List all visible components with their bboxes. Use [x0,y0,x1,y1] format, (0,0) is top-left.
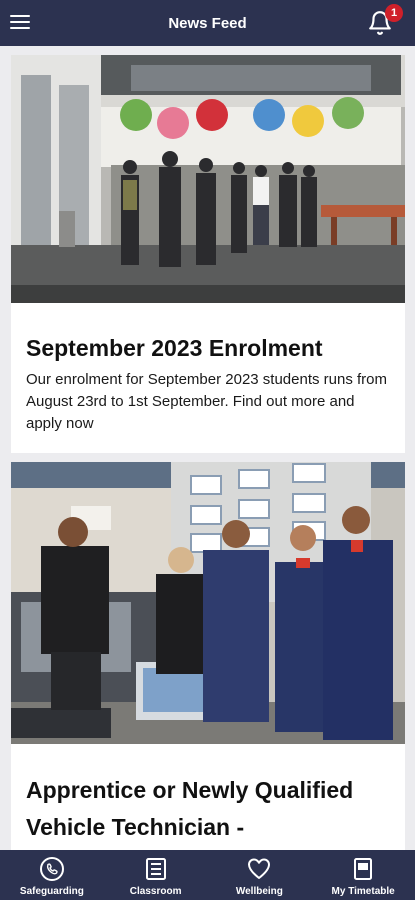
news-title: Apprentice or Newly Qualified Vehicle Te… [26,777,354,840]
tab-my-timetable[interactable]: My Timetable [311,850,415,900]
news-image [11,462,405,744]
news-body: Our enrolment for September 2023 student… [26,371,388,432]
news-image [11,55,405,303]
tab-wellbeing[interactable]: Wellbeing [208,850,312,900]
news-card[interactable]: Apprentice or Newly Qualified Vehicle Te… [11,462,405,850]
heart-icon [248,858,271,879]
top-app-bar: News Feed 1 [0,0,415,46]
notification-badge: 1 [385,4,403,22]
tab-label: Classroom [129,886,182,897]
news-title: September 2023 Enrolment [26,335,323,361]
tab-label: My Timetable [331,886,395,897]
news-card[interactable]: September 2023 Enrolment Our enrolment f… [11,55,405,453]
notifications-button[interactable]: 1 [367,4,403,36]
menu-icon[interactable] [10,13,30,31]
tab-label: Wellbeing [235,886,283,897]
bottom-tab-bar: Safeguarding Classroom Wellbeing My Time… [0,850,415,900]
tab-safeguarding[interactable]: Safeguarding [0,850,104,900]
timetable-icon [354,858,373,880]
classroom-icon [145,858,166,880]
news-feed[interactable]: September 2023 Enrolment Our enrolment f… [0,46,415,850]
tab-label: Safeguarding [19,886,84,897]
page-title: News Feed [168,14,247,32]
phone-icon [39,857,64,881]
tab-classroom[interactable]: Classroom [104,850,208,900]
